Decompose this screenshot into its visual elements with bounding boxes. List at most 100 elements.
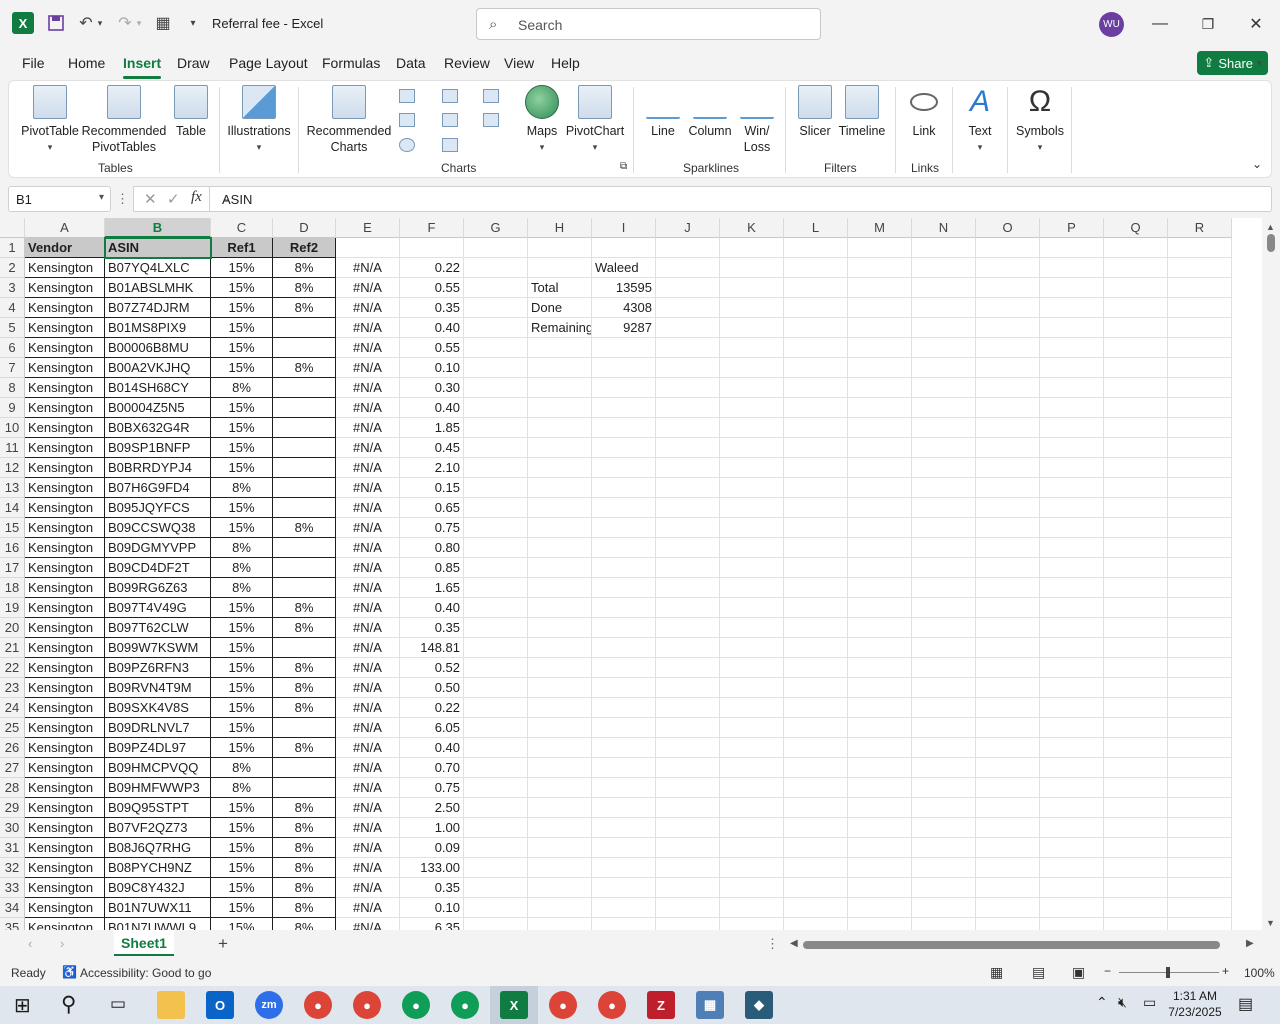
- data-cell[interactable]: 15%: [211, 598, 273, 618]
- cell[interactable]: [1168, 738, 1232, 758]
- cell[interactable]: [1040, 338, 1104, 358]
- cell[interactable]: [784, 418, 848, 438]
- data-cell[interactable]: 0.55: [400, 338, 464, 358]
- cell[interactable]: [848, 338, 912, 358]
- data-cell[interactable]: #N/A: [336, 838, 400, 858]
- row-header[interactable]: 16: [0, 538, 25, 558]
- cell[interactable]: [592, 698, 656, 718]
- cell[interactable]: [784, 618, 848, 638]
- cell[interactable]: [1104, 438, 1168, 458]
- data-cell[interactable]: 0.40: [400, 318, 464, 338]
- row-header[interactable]: 1: [0, 238, 25, 258]
- cell[interactable]: [976, 678, 1040, 698]
- data-cell[interactable]: 15%: [211, 738, 273, 758]
- data-cell[interactable]: #N/A: [336, 538, 400, 558]
- cell[interactable]: [1168, 658, 1232, 678]
- cell[interactable]: [464, 778, 528, 798]
- cell[interactable]: [1104, 618, 1168, 638]
- summary-remaining-label[interactable]: Remaining: [528, 318, 592, 338]
- worksheet-grid[interactable]: A B C D E F G H I J K L M N O P Q R 1 Vendor ASIN Ref1 Ref2 2 Ke…: [0, 218, 1262, 930]
- cell[interactable]: [1168, 298, 1232, 318]
- cell[interactable]: [528, 738, 592, 758]
- cell[interactable]: [528, 638, 592, 658]
- scroll-down-icon[interactable]: ▼: [1266, 918, 1275, 928]
- cell[interactable]: [912, 458, 976, 478]
- cell[interactable]: [912, 578, 976, 598]
- cell[interactable]: [848, 758, 912, 778]
- cell[interactable]: [720, 618, 784, 638]
- data-cell[interactable]: 1.85: [400, 418, 464, 438]
- cell[interactable]: [592, 738, 656, 758]
- next-sheet-icon[interactable]: ›: [60, 936, 64, 951]
- cell[interactable]: [912, 338, 976, 358]
- cell[interactable]: [784, 698, 848, 718]
- cell[interactable]: [848, 598, 912, 618]
- cell[interactable]: [1104, 358, 1168, 378]
- sparkline-column-button[interactable]: Column: [685, 85, 735, 139]
- cell[interactable]: [1040, 758, 1104, 778]
- cell[interactable]: [1040, 258, 1104, 278]
- data-cell[interactable]: B07H6G9FD4: [105, 478, 211, 498]
- data-cell[interactable]: #N/A: [336, 318, 400, 338]
- cell[interactable]: [784, 898, 848, 918]
- cell[interactable]: [976, 518, 1040, 538]
- cell[interactable]: [656, 618, 720, 638]
- cell[interactable]: [528, 658, 592, 678]
- cell[interactable]: [592, 598, 656, 618]
- cell[interactable]: [720, 278, 784, 298]
- cell[interactable]: [976, 298, 1040, 318]
- cell[interactable]: [1040, 918, 1104, 930]
- data-cell[interactable]: Kensington: [25, 298, 105, 318]
- cell[interactable]: [912, 538, 976, 558]
- cell[interactable]: [1168, 798, 1232, 818]
- cell[interactable]: [912, 918, 976, 930]
- row-header[interactable]: 30: [0, 818, 25, 838]
- name-box[interactable]: B1 ▾: [8, 186, 111, 212]
- vertical-scrollbar[interactable]: ▲ ▼: [1262, 218, 1280, 930]
- column-header-o[interactable]: O: [976, 218, 1040, 238]
- cell[interactable]: [656, 758, 720, 778]
- cell[interactable]: [1104, 918, 1168, 930]
- data-cell[interactable]: B09DRLNVL7: [105, 718, 211, 738]
- cell[interactable]: [592, 918, 656, 930]
- cell[interactable]: [464, 618, 528, 638]
- cell[interactable]: [720, 498, 784, 518]
- cell[interactable]: [720, 758, 784, 778]
- cell[interactable]: [1168, 858, 1232, 878]
- cell[interactable]: [912, 418, 976, 438]
- cell[interactable]: [1104, 698, 1168, 718]
- cell[interactable]: [784, 378, 848, 398]
- sparkline-line-button[interactable]: Line: [645, 85, 681, 139]
- cell[interactable]: [912, 658, 976, 678]
- task-view-icon[interactable]: ▭: [110, 994, 126, 1014]
- cell[interactable]: [1040, 818, 1104, 838]
- cell[interactable]: [784, 318, 848, 338]
- cell[interactable]: [1168, 378, 1232, 398]
- data-cell[interactable]: B07Z74DJRM: [105, 298, 211, 318]
- data-cell[interactable]: Kensington: [25, 918, 105, 930]
- cell[interactable]: [912, 618, 976, 638]
- data-cell[interactable]: 8%: [211, 558, 273, 578]
- row-header[interactable]: 35: [0, 918, 25, 930]
- cell[interactable]: [1168, 498, 1232, 518]
- data-cell[interactable]: B09HMCPVQQ: [105, 758, 211, 778]
- cell[interactable]: [720, 438, 784, 458]
- prev-sheet-icon[interactable]: ‹: [28, 936, 32, 951]
- cell[interactable]: [848, 698, 912, 718]
- row-header[interactable]: 32: [0, 858, 25, 878]
- cell[interactable]: [656, 538, 720, 558]
- cell[interactable]: [784, 258, 848, 278]
- data-cell[interactable]: Kensington: [25, 738, 105, 758]
- data-cell[interactable]: 0.10: [400, 358, 464, 378]
- cell[interactable]: [1168, 538, 1232, 558]
- column-header-k[interactable]: K: [720, 218, 784, 238]
- data-cell[interactable]: [273, 318, 336, 338]
- data-cell[interactable]: B09CD4DF2T: [105, 558, 211, 578]
- data-cell[interactable]: 0.50: [400, 678, 464, 698]
- cell[interactable]: [1040, 658, 1104, 678]
- data-cell[interactable]: 0.55: [400, 278, 464, 298]
- cell[interactable]: [720, 318, 784, 338]
- cell[interactable]: [592, 498, 656, 518]
- cell[interactable]: [976, 818, 1040, 838]
- data-cell[interactable]: Kensington: [25, 318, 105, 338]
